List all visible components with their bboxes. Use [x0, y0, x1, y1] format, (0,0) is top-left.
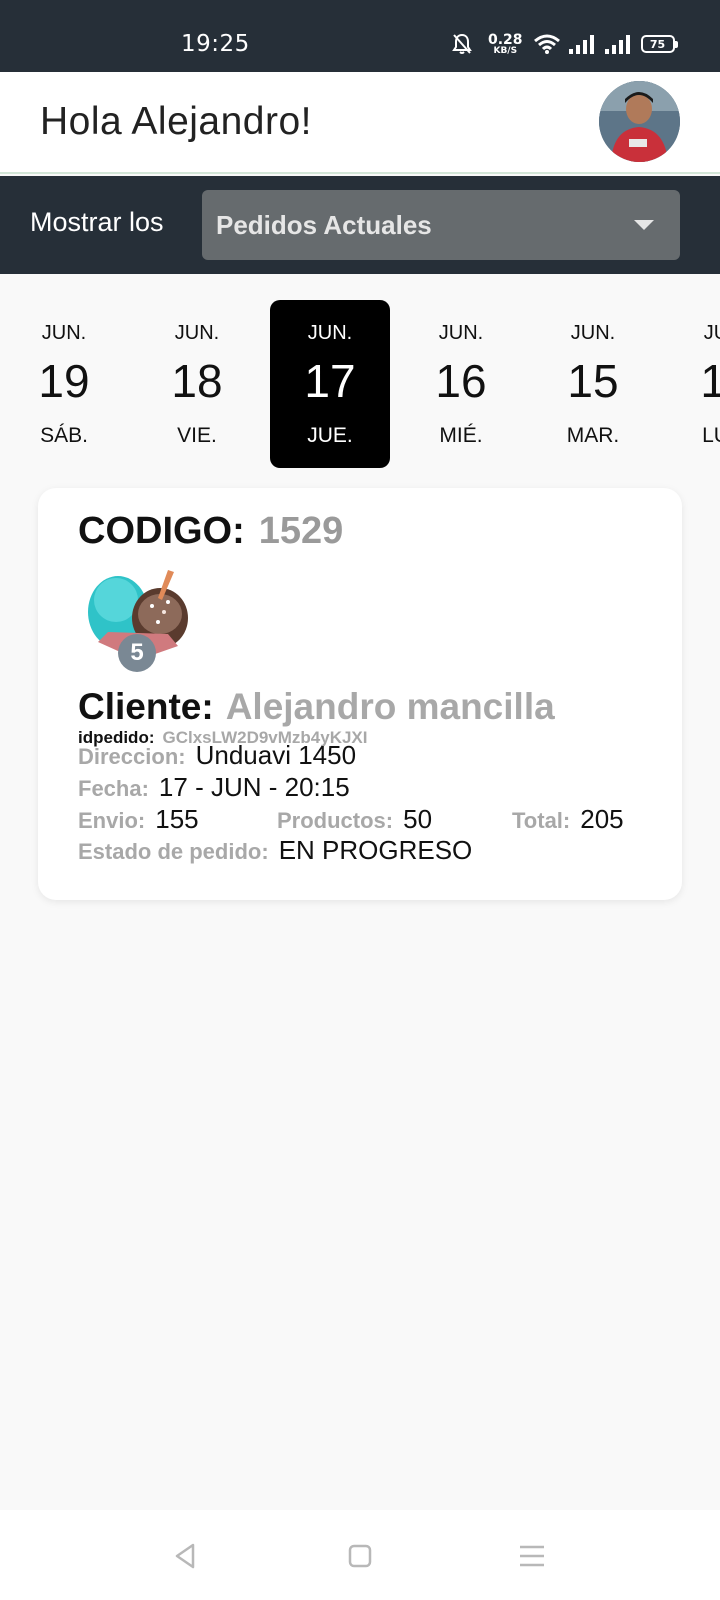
- order-filter-select[interactable]: Pedidos Actuales: [202, 190, 680, 260]
- client-name: Alejandro mancilla: [225, 686, 555, 727]
- net-speed-value: 0.28: [488, 31, 523, 48]
- bell-off-icon: [452, 33, 472, 54]
- shipping-value: 155: [155, 804, 199, 834]
- client-label: Cliente:: [78, 686, 214, 727]
- date-selector: JUN. 19 SÁB. JUN. 18 VIE. JUN. 17 JUE. J…: [0, 300, 720, 468]
- order-code-value: 1529: [258, 510, 344, 552]
- total-label: Total:: [512, 808, 571, 833]
- back-icon: [175, 1543, 195, 1569]
- signal-icon: [604, 35, 630, 54]
- date-weekday: JUE.: [307, 424, 353, 447]
- products-label: Productos:: [277, 808, 394, 833]
- total-value: 205: [580, 804, 624, 834]
- date-item[interactable]: JUN. 14 LUN.: [666, 300, 720, 468]
- menu-icon: [520, 1545, 544, 1567]
- avatar-image: [599, 81, 680, 162]
- order-filter-value: Pedidos Actuales: [216, 210, 432, 240]
- battery-icon: 75: [640, 35, 678, 53]
- date-day: 16: [435, 355, 487, 407]
- status-icons: 0.28 KB/S 75: [452, 30, 678, 58]
- net-speed: 0.28 KB/S: [488, 33, 523, 56]
- battery-level: 75: [649, 37, 666, 51]
- filter-bar: Mostrar los Pedidos Actuales: [0, 176, 720, 274]
- products-value: 50: [403, 804, 433, 834]
- total-row: Total: 205: [512, 804, 624, 835]
- user-avatar[interactable]: [599, 81, 680, 162]
- order-date-label: Fecha:: [78, 776, 149, 801]
- order-code-row: CODIGO: 1529: [78, 510, 343, 553]
- date-row: Fecha: 17 - JUN - 20:15: [78, 772, 350, 803]
- shipping-row: Envio: 155: [78, 804, 199, 835]
- quantity-badge: 5: [118, 634, 156, 672]
- greeting-title: Hola Alejandro!: [40, 100, 313, 143]
- date-weekday: SÁB.: [40, 424, 88, 447]
- signal-icon: [568, 35, 594, 54]
- date-month: JUN.: [703, 322, 720, 344]
- recents-button[interactable]: [510, 1534, 554, 1578]
- order-status-value: EN PROGRESO: [278, 835, 473, 865]
- date-item[interactable]: JUN. 15 MAR.: [533, 300, 653, 468]
- date-item[interactable]: JUN. 19 SÁB.: [4, 300, 124, 468]
- date-day: 18: [171, 355, 223, 407]
- date-day: 17: [304, 355, 356, 407]
- date-day: 15: [567, 355, 619, 407]
- date-weekday: VIE.: [177, 424, 217, 447]
- home-button[interactable]: [338, 1534, 382, 1578]
- date-item-selected[interactable]: JUN. 17 JUE.: [270, 300, 390, 468]
- order-date-value: 17 - JUN - 20:15: [158, 772, 350, 802]
- home-icon: [348, 1544, 372, 1568]
- address-row: Direccion: Unduavi 1450: [78, 740, 356, 771]
- order-card[interactable]: CODIGO: 1529 5 Cliente: Alejandro mancilla…: [38, 488, 682, 900]
- header: Hola Alejandro!: [0, 72, 720, 174]
- address-value: Unduavi 1450: [195, 740, 357, 770]
- status-row: Estado de pedido: EN PROGRESO: [78, 835, 472, 866]
- date-item[interactable]: JUN. 16 MIÉ.: [401, 300, 521, 468]
- address-label: Direccion:: [78, 744, 186, 769]
- date-month: JUN.: [307, 322, 353, 344]
- date-month: JUN.: [41, 322, 87, 344]
- back-button[interactable]: [164, 1534, 208, 1578]
- shipping-label: Envio:: [78, 808, 146, 833]
- chevron-down-icon: [634, 220, 654, 230]
- wifi-icon: [533, 34, 560, 54]
- date-month: JUN.: [438, 322, 484, 344]
- date-day: 19: [38, 355, 90, 407]
- order-code-label: CODIGO:: [78, 510, 245, 552]
- products-row: Productos: 50: [277, 804, 432, 835]
- date-month: JUN.: [174, 322, 220, 344]
- net-speed-unit: KB/S: [493, 45, 518, 56]
- order-status-label: Estado de pedido:: [78, 839, 269, 864]
- date-item[interactable]: JUN. 18 VIE.: [137, 300, 257, 468]
- date-month: JUN.: [570, 322, 616, 344]
- system-nav-bar: [0, 1510, 720, 1600]
- client-row: Cliente: Alejandro mancilla: [78, 686, 555, 728]
- filter-label: Mostrar los: [30, 207, 164, 237]
- date-weekday: LUN.: [702, 424, 720, 447]
- date-weekday: MIÉ.: [439, 424, 483, 447]
- status-bar: 19:25 0.28 KB/S 75: [0, 0, 720, 72]
- status-time: 19:25: [181, 31, 250, 57]
- date-day: 14: [700, 355, 720, 407]
- date-weekday: MAR.: [566, 424, 620, 447]
